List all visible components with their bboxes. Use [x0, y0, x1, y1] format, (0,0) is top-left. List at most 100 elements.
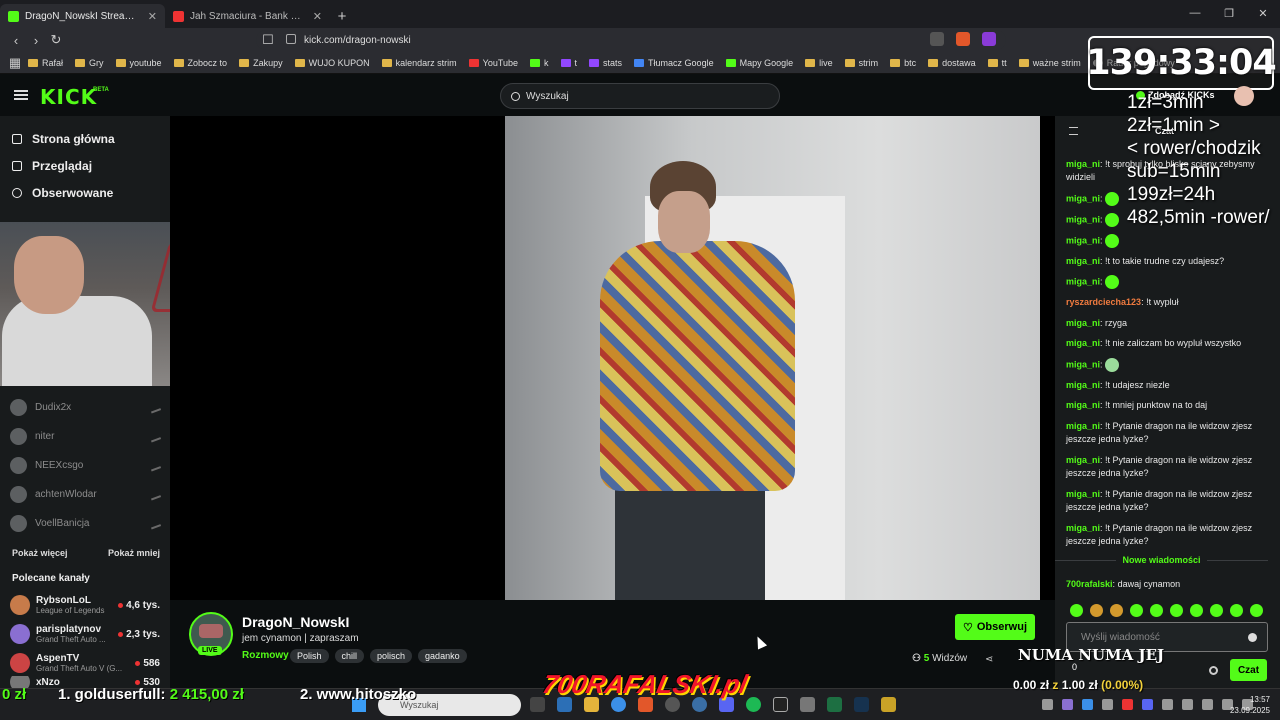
close-tab-icon[interactable]: ✕ [313, 10, 322, 23]
emote-icon[interactable] [1250, 604, 1263, 617]
maximize-icon[interactable]: ❐ [1212, 0, 1246, 26]
browser-tab-youtube[interactable]: Jah Szmaciura - Bank Spermy (pr ✕ [165, 4, 330, 28]
followed-channel[interactable]: niter [10, 428, 162, 445]
bookmark[interactable]: dostawa [922, 58, 982, 68]
bookmark[interactable]: Gry [69, 58, 110, 68]
tag[interactable]: Polish [290, 649, 329, 663]
chat-username[interactable]: miga_ni [1066, 400, 1100, 410]
show-less-button[interactable]: Pokaż mniej [108, 548, 160, 558]
followed-channel[interactable]: VoellBanicja [10, 515, 162, 532]
emote-icon[interactable] [1070, 604, 1083, 617]
emoji-picker-icon[interactable] [1248, 633, 1257, 642]
menu-icon[interactable] [14, 90, 28, 100]
chat-username[interactable]: miga_ni [1066, 380, 1100, 390]
chat-username[interactable]: miga_ni [1066, 214, 1100, 224]
share-icon[interactable]: ⋖ [985, 654, 993, 665]
emote-icon[interactable] [1090, 604, 1103, 617]
chat-username[interactable]: ryszardciecha123 [1066, 297, 1141, 307]
emote-icon[interactable] [1170, 604, 1183, 617]
chat-username[interactable]: miga_ni [1066, 318, 1100, 328]
search-placeholder: Wyszukaj [526, 90, 569, 102]
minimize-icon[interactable]: — [1178, 0, 1212, 26]
bookmark[interactable]: btc [884, 58, 922, 68]
bookmark[interactable]: Mapy Google [720, 58, 800, 68]
video-player[interactable] [170, 116, 1055, 600]
bookmark[interactable]: live [799, 58, 839, 68]
send-chat-button[interactable]: Czat [1230, 659, 1267, 681]
show-more-button[interactable]: Pokaż więcej [12, 548, 68, 558]
bookmark[interactable]: strim [839, 58, 885, 68]
bookmark[interactable]: stats [583, 58, 628, 68]
site-search-input[interactable]: Wyszukaj [500, 83, 780, 109]
bookmark[interactable]: youtube [110, 58, 168, 68]
chat-username[interactable]: miga_ni [1066, 193, 1100, 203]
recommended-channel[interactable]: AspenTV Grand Theft Auto V (G... 586 [10, 650, 160, 676]
sidebar-item-home[interactable]: Strona główna [0, 125, 170, 152]
bookmark[interactable]: kalendarz strim [376, 58, 463, 68]
emote-icon[interactable] [1150, 604, 1163, 617]
tag[interactable]: gadanko [418, 649, 467, 663]
browser-tab-kick[interactable]: DragoN_NowskI Stream - Wa ✕ [0, 4, 165, 28]
kick-logo[interactable]: KICK [40, 85, 97, 109]
stream-category[interactable]: Rozmowy [242, 650, 289, 661]
follow-button[interactable]: ♡ Obserwuj [955, 614, 1035, 640]
share-icon[interactable] [930, 32, 944, 46]
bookmark[interactable]: Zakupy [233, 58, 289, 68]
followed-channel[interactable]: Dudix2x [10, 399, 162, 416]
bookmark[interactable]: YouTube [463, 58, 524, 68]
chat-username[interactable]: miga_ni [1066, 455, 1100, 465]
chat-username[interactable]: miga_ni [1066, 338, 1100, 348]
heart-icon: ♡ [963, 621, 973, 634]
brave-shield-icon[interactable] [956, 32, 970, 46]
avatar [10, 595, 30, 615]
bookmark[interactable]: ważne strim [1013, 58, 1087, 68]
bookmark[interactable]: Rafał [22, 58, 69, 68]
tab-title: Jah Szmaciura - Bank Spermy (pr [190, 10, 307, 22]
chat-settings-icon[interactable] [1209, 666, 1218, 675]
chat-username[interactable]: miga_ni [1066, 235, 1100, 245]
bookmark-star-icon[interactable]: ☐ [258, 32, 278, 48]
followed-channel[interactable]: NEEXcsgo [10, 457, 162, 474]
emote-icon[interactable] [1130, 604, 1143, 617]
chat-username[interactable]: miga_ni [1066, 421, 1100, 431]
chat-username[interactable]: miga_ni [1066, 159, 1100, 169]
sidebar-item-following[interactable]: Obserwowane [0, 179, 170, 206]
close-window-icon[interactable]: ✕ [1246, 0, 1280, 26]
chat-username[interactable]: miga_ni [1066, 359, 1100, 369]
bookmark[interactable]: t [555, 58, 584, 68]
mouse-cursor-icon [752, 634, 768, 650]
site-info-icon[interactable] [286, 34, 296, 44]
address-bar[interactable]: kick.com/dragon-nowski [256, 30, 1006, 50]
recommended-channel[interactable]: parisplatynov Grand Theft Auto ... 2,3 ty… [10, 621, 160, 647]
sidebar-item-browse[interactable]: Przeglądaj [0, 152, 170, 179]
chat-username[interactable]: miga_ni [1066, 256, 1100, 266]
forward-icon[interactable]: › [26, 33, 46, 48]
new-messages-divider[interactable]: Nowe wiadomości [1055, 555, 1268, 573]
folder-icon [75, 58, 86, 67]
reload-icon[interactable]: ↻ [46, 32, 66, 48]
chat-username[interactable]: miga_ni [1066, 276, 1100, 286]
bookmark[interactable]: Zobocz to [168, 58, 234, 68]
emote-icon[interactable] [1110, 604, 1123, 617]
chat-message: miga_ni: [1066, 358, 1268, 372]
bookmark[interactable]: Tłumacz Google [628, 58, 720, 68]
rewards-icon[interactable] [982, 32, 996, 46]
followed-channel[interactable]: achtenWlodar [10, 486, 162, 503]
emote-icon[interactable] [1230, 604, 1243, 617]
close-tab-icon[interactable]: ✕ [148, 10, 157, 23]
bookmark[interactable]: tt [982, 58, 1013, 68]
back-icon[interactable]: ‹ [6, 33, 26, 48]
chat-username[interactable]: miga_ni [1066, 523, 1100, 533]
emote-icon[interactable] [1210, 604, 1223, 617]
bookmark[interactable]: WUJO KUPON [289, 58, 376, 68]
bookmark[interactable]: k [524, 58, 555, 68]
recommended-channel[interactable]: RybsonLoL League of Legends 4,6 tys. [10, 592, 160, 618]
collapse-chat-icon[interactable] [1069, 127, 1078, 135]
channel-name[interactable]: DragoN_NowskI [242, 614, 349, 630]
tag[interactable]: chill [334, 649, 365, 663]
emote-icon[interactable] [1190, 604, 1203, 617]
chat-username[interactable]: miga_ni [1066, 489, 1100, 499]
tag[interactable]: polisch [370, 649, 413, 663]
apps-grid-icon[interactable]: ▦ [8, 55, 22, 71]
new-tab-button[interactable]: + [330, 4, 354, 28]
